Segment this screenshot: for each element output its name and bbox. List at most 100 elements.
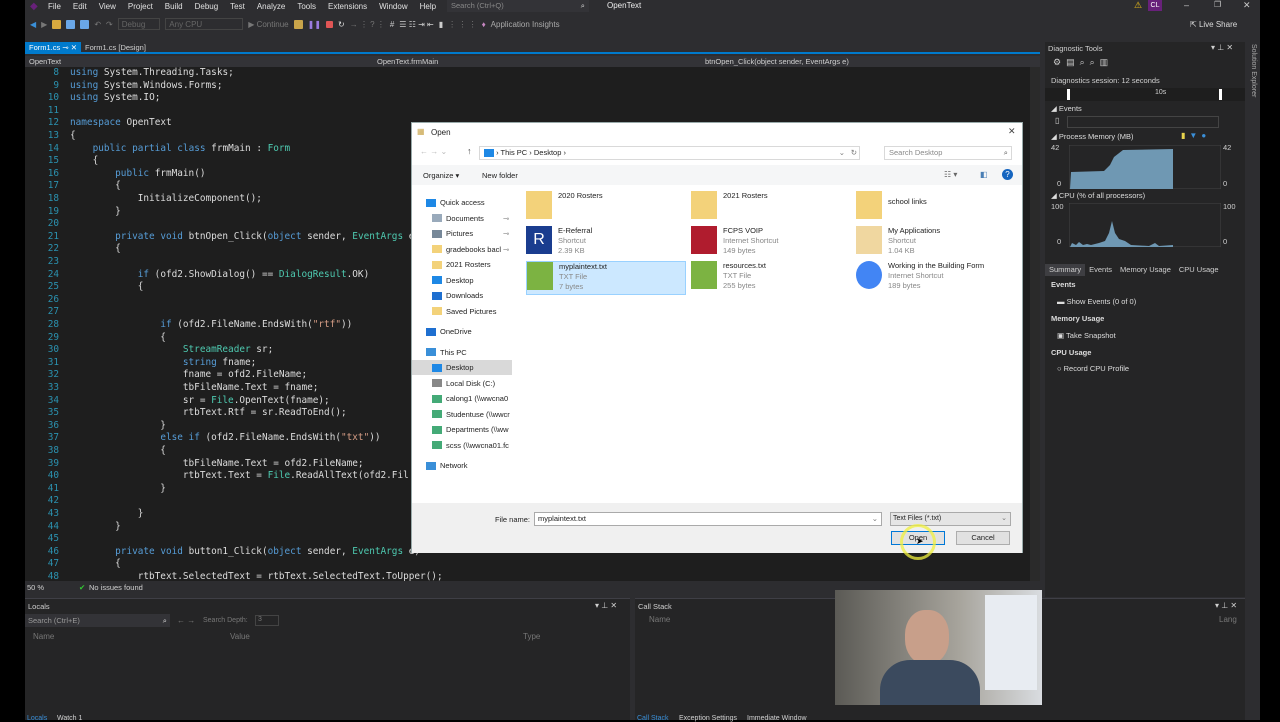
diag-toolbar-icons[interactable]: ⚙▤⌕⌕▥: [1053, 57, 1113, 68]
help-icon[interactable]: ?: [1002, 169, 1013, 180]
notification-warning-icon[interactable]: ⚠: [1134, 0, 1142, 11]
menu-file[interactable]: File: [42, 2, 67, 11]
class-dropdown[interactable]: OpenText.frmMain: [377, 56, 438, 67]
search-depth-select[interactable]: 3: [255, 615, 279, 626]
restart-icon[interactable]: ↻: [338, 20, 345, 29]
hex-icon[interactable]: #: [390, 20, 394, 29]
save-icon[interactable]: [66, 19, 76, 29]
menu-edit[interactable]: Edit: [67, 2, 93, 11]
up-button[interactable]: ↑: [467, 146, 472, 156]
file-item-my-applications[interactable]: My Applications Shortcut 1.04 KB: [856, 226, 1016, 260]
editor-scrollbar[interactable]: [1030, 67, 1040, 581]
pin-icon[interactable]: ⊸: [503, 211, 509, 226]
nav-item-documents[interactable]: Documents ⊸: [412, 211, 512, 226]
column-lang[interactable]: Lang: [1219, 615, 1237, 624]
timeline-end-handle[interactable]: [1219, 89, 1222, 100]
locals-search-input[interactable]: Search (Ctrl+E) ⌕: [25, 614, 170, 627]
search-nav-arrows[interactable]: ← →: [177, 616, 195, 625]
minimize-button[interactable]: –: [1184, 0, 1189, 10]
nav-item-gradebooks-bacl[interactable]: gradebooks bacl ⊸: [412, 242, 512, 257]
menu-build[interactable]: Build: [159, 2, 189, 11]
solution-explorer-tab[interactable]: Solution Explorer: [1247, 44, 1257, 144]
menu-help[interactable]: Help: [414, 2, 442, 11]
column-type[interactable]: Type: [523, 632, 540, 641]
issues-status[interactable]: No issues found: [89, 582, 143, 594]
bookmark-nav-icons[interactable]: ⋮ ⋮ ⋮: [448, 20, 476, 29]
timeline-start-handle[interactable]: [1067, 89, 1070, 100]
open-file-icon[interactable]: [52, 19, 62, 29]
live-share-button[interactable]: ⇱ Live Share: [1190, 20, 1237, 29]
filename-input[interactable]: myplaintext.txt ⌄: [534, 512, 882, 526]
refresh-icon[interactable]: ↻: [851, 147, 857, 159]
timeline-ruler[interactable]: 10s: [1045, 88, 1245, 101]
pin-icon[interactable]: ⊸: [62, 43, 68, 52]
panel-controls[interactable]: ▾ ⊥ ✕: [595, 601, 617, 610]
nav-item-network[interactable]: Network: [412, 458, 512, 473]
column-value[interactable]: Value: [230, 632, 250, 641]
menu-debug[interactable]: Debug: [189, 2, 225, 11]
address-dropdown-icon[interactable]: ⌄: [839, 147, 845, 159]
continue-button[interactable]: ▶ Continue: [248, 20, 288, 29]
menu-tools[interactable]: Tools: [291, 2, 322, 11]
chevron-down-icon[interactable]: ⌄: [872, 513, 878, 525]
nav-item-desktop[interactable]: Desktop: [412, 273, 512, 288]
record-cpu-profile-button[interactable]: ○ Record CPU Profile: [1057, 364, 1129, 373]
organize-button[interactable]: Organize ▾: [423, 171, 459, 180]
new-folder-button[interactable]: New folder: [482, 171, 518, 180]
nav-item-pictures[interactable]: Pictures ⊸: [412, 226, 512, 241]
nav-item-studentuse-wwcr[interactable]: Studentuse (\\wwcr: [412, 407, 512, 422]
back-forward-buttons[interactable]: ← → ⌄: [420, 147, 447, 156]
tab-call-stack[interactable]: Call Stack: [637, 715, 669, 722]
tab-locals[interactable]: Locals: [27, 715, 47, 722]
pin-icon[interactable]: ⊸: [503, 242, 509, 257]
back-icon[interactable]: ◀: [30, 20, 36, 29]
tab-cpu-usage[interactable]: CPU Usage: [1175, 264, 1223, 276]
menu-extensions[interactable]: Extensions: [322, 2, 373, 11]
tab-events[interactable]: Events: [1085, 264, 1116, 276]
close-tab-icon[interactable]: ✕: [71, 43, 77, 52]
file-item-myplaintext-txt[interactable]: myplaintext.txt TXT File 7 bytes: [526, 261, 686, 295]
column-name[interactable]: Name: [33, 632, 54, 641]
close-button[interactable]: ✕: [1243, 0, 1251, 11]
menu-window[interactable]: Window: [373, 2, 413, 11]
search-input[interactable]: Search (Ctrl+Q) ⌕: [447, 0, 589, 12]
platform-select[interactable]: Any CPU: [165, 18, 244, 30]
nav-item-downloads[interactable]: Downloads: [412, 288, 512, 303]
tab-memory-usage[interactable]: Memory Usage: [1116, 264, 1175, 276]
tab-immediate-window[interactable]: Immediate Window: [747, 715, 807, 722]
file-item-resources-txt[interactable]: resources.txt TXT File 255 bytes: [691, 261, 851, 295]
nav-item-quick-access[interactable]: Quick access: [412, 195, 512, 210]
menu-project[interactable]: Project: [122, 2, 159, 11]
tab-summary[interactable]: Summary: [1045, 264, 1086, 276]
pause-icon[interactable]: ❚❚: [308, 20, 321, 29]
tab-exception-settings[interactable]: Exception Settings: [679, 715, 737, 722]
breadcrumb-this-pc[interactable]: This PC: [501, 148, 528, 157]
panel-controls[interactable]: ▾ ⊥ ✕: [1215, 601, 1237, 610]
breadcrumb-desktop[interactable]: Desktop: [534, 148, 562, 157]
zoom-level[interactable]: 50 %: [27, 582, 44, 594]
member-dropdown[interactable]: btnOpen_Click(object sender, EventArgs e…: [705, 56, 849, 67]
tab-watch-1[interactable]: Watch 1: [57, 715, 82, 722]
redo-icon[interactable]: ↷: [106, 20, 113, 29]
file-item-fcps-voip[interactable]: FCPS VOIP Internet Shortcut 149 bytes: [691, 226, 851, 260]
file-item-school-links[interactable]: school links: [856, 191, 1016, 225]
tab-form1-design[interactable]: Form1.cs [Design]: [81, 42, 150, 52]
nav-item-calong1-wwcna0[interactable]: calong1 (\\wwcna0: [412, 391, 512, 406]
step-icons[interactable]: → ⋮ ? ⋮: [350, 20, 385, 29]
nav-item-scss-wwcna01-fc[interactable]: scss (\\wwcna01.fc: [412, 438, 512, 453]
menu-analyze[interactable]: Analyze: [251, 2, 291, 11]
nav-item-onedrive[interactable]: OneDrive: [412, 324, 512, 339]
column-name[interactable]: Name: [649, 615, 670, 624]
undo-icon[interactable]: ↶: [94, 20, 101, 29]
tab-form1-cs[interactable]: Form1.cs ⊸ ✕: [25, 42, 82, 52]
menu-test[interactable]: Test: [224, 2, 251, 11]
nav-item-local-disk-c-[interactable]: Local Disk (C:): [412, 376, 512, 391]
panel-controls[interactable]: ▾ ⊥ ✕: [1211, 43, 1233, 52]
search-desktop-input[interactable]: Search Desktop ⌕: [884, 146, 1012, 160]
bookmark-icon[interactable]: ▮: [439, 20, 443, 29]
file-item-2021-rosters[interactable]: 2021 Rosters: [691, 191, 851, 225]
nav-item-departments-ww[interactable]: Departments (\\ww: [412, 422, 512, 437]
menu-view[interactable]: View: [93, 2, 122, 11]
process-icon[interactable]: [293, 19, 303, 29]
format-icons[interactable]: ☰ ☷ ⇥ ⇤: [399, 20, 433, 29]
